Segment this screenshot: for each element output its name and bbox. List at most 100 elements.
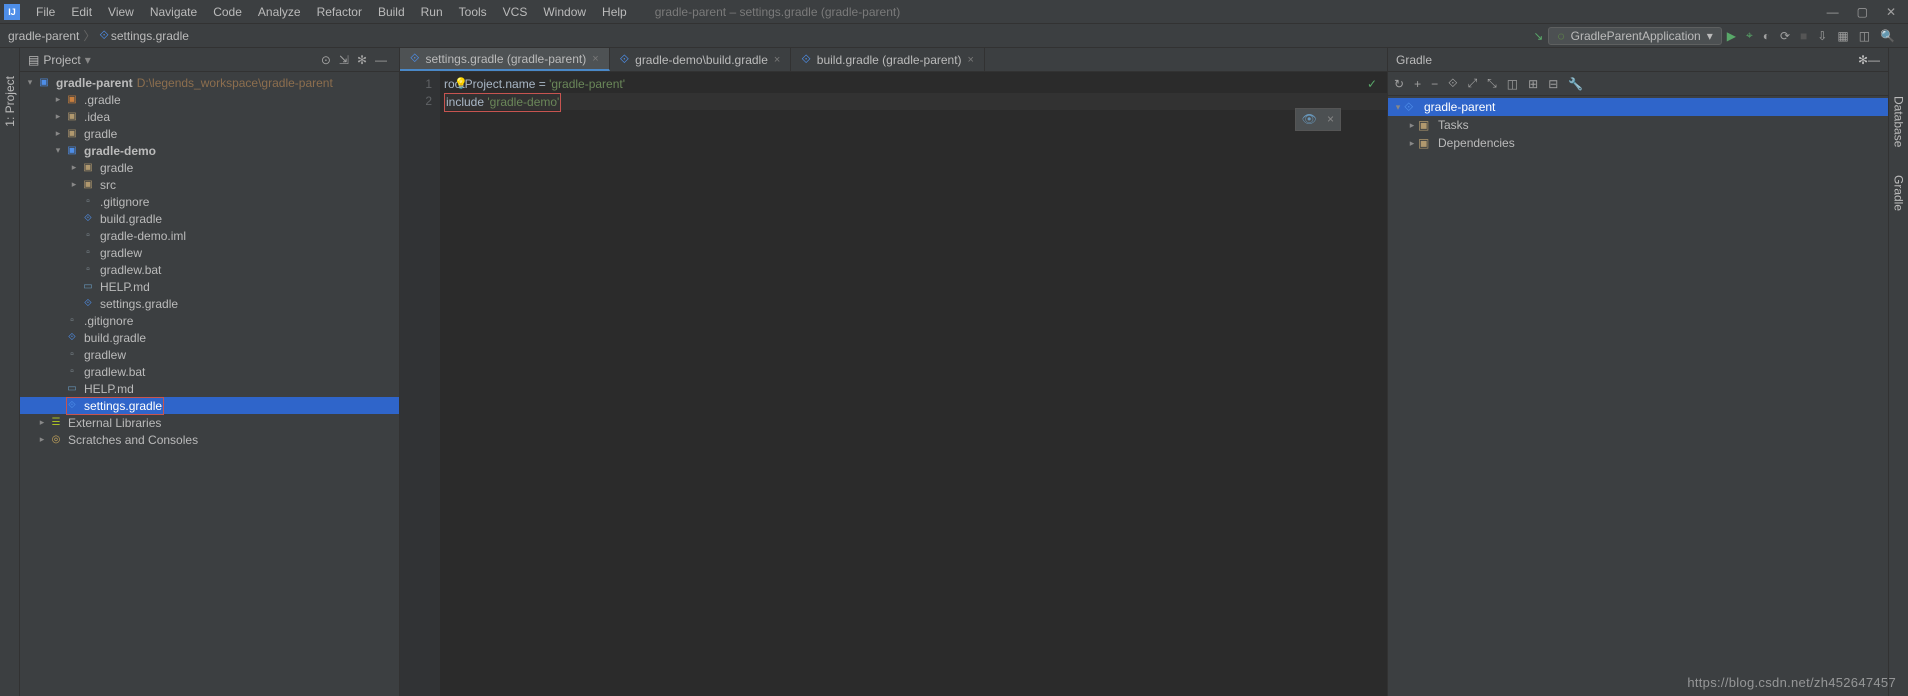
tab-settings-gradle-parent[interactable]: ⟐ settings.gradle (gradle-parent) × (400, 48, 610, 71)
tree-item-label: src (100, 178, 116, 192)
project-panel: ▤ Project ▾ ⊙ ⇲ ✻ — ▣ gradle-parent D:\l… (20, 48, 400, 696)
tree-item-gradlew-bat[interactable]: ▫gradlew.bat (20, 261, 399, 278)
coverage-icon[interactable]: ◐ (1763, 29, 1770, 43)
tree-item-gradle[interactable]: ▣gradle (20, 159, 399, 176)
tree-item-gradle-demo-iml[interactable]: ▫gradle-demo.iml (20, 227, 399, 244)
menu-file[interactable]: File (28, 5, 63, 19)
project-tool-tab[interactable]: 1: Project (1, 68, 19, 135)
menu-code[interactable]: Code (205, 5, 250, 19)
breadcrumb-root[interactable]: gradle-parent (8, 29, 79, 43)
close-window-icon[interactable]: ✕ (1886, 5, 1896, 19)
tab-build-gradle-parent[interactable]: ⟐ build.gradle (gradle-parent) × (791, 48, 985, 71)
tree-item--gradle[interactable]: ▣.gradle (20, 91, 399, 108)
tree-item-settings-gradle[interactable]: ⟐settings.gradle (20, 397, 399, 414)
close-tab-icon[interactable]: × (774, 54, 780, 66)
tree-item-help-md[interactable]: ▭HELP.md (20, 278, 399, 295)
execute-icon[interactable]: ⟐ (1448, 76, 1457, 91)
wrench-icon[interactable]: 🔧 (1568, 77, 1583, 91)
gradle-deps-label: Dependencies (1438, 136, 1515, 150)
hide-panel-icon[interactable]: — (375, 53, 387, 67)
maximize-icon[interactable]: ▢ (1857, 5, 1868, 19)
project-tree[interactable]: ▣ gradle-parent D:\legends_workspace\gra… (20, 72, 399, 696)
file-icon: ▫ (64, 365, 80, 379)
menu-analyze[interactable]: Analyze (250, 5, 309, 19)
gradle-tool-tab[interactable]: Gradle (1890, 167, 1908, 219)
expand-all-icon[interactable]: ⇲ (339, 53, 349, 67)
tree-item-scratches-and-consoles[interactable]: ◎Scratches and Consoles (20, 431, 399, 448)
tree-item-gradlew[interactable]: ▫gradlew (20, 346, 399, 363)
tree-item-label: HELP.md (100, 280, 150, 294)
menu-refactor[interactable]: Refactor (309, 5, 370, 19)
tree-item-help-md[interactable]: ▭HELP.md (20, 380, 399, 397)
split-icon[interactable]: ◫ (1859, 29, 1870, 43)
reader-mode-indicator[interactable]: 👁 × (1295, 108, 1341, 131)
database-tool-tab[interactable]: Database (1890, 88, 1908, 155)
show-dependencies-icon[interactable]: ⊟ (1548, 77, 1558, 91)
tree-item--gitignore[interactable]: ▫.gitignore (20, 193, 399, 210)
gradle-file-icon: ⟐ (801, 52, 810, 67)
breadcrumb-file[interactable]: settings.gradle (111, 29, 189, 43)
close-indicator-icon[interactable]: × (1327, 111, 1334, 128)
locate-icon[interactable]: ⊙ (321, 53, 331, 67)
tree-item-build-gradle[interactable]: ⟐build.gradle (20, 210, 399, 227)
close-tab-icon[interactable]: × (592, 53, 598, 65)
menu-navigate[interactable]: Navigate (142, 5, 205, 19)
line-number: 2 (400, 93, 432, 110)
minimize-icon[interactable]: — (1827, 5, 1839, 19)
tree-item-src[interactable]: ▣src (20, 176, 399, 193)
editor-body[interactable]: 1 2 💡 rootProject.name = 'gradle-parent'… (400, 72, 1387, 696)
menu-edit[interactable]: Edit (63, 5, 100, 19)
gradle-tree[interactable]: ▾ ⟐ gradle-parent ▸ ▣ Tasks ▸ ▣ Dependen… (1388, 96, 1888, 696)
gradle-root[interactable]: ▾ ⟐ gradle-parent (1388, 98, 1888, 116)
debug-icon[interactable]: ⌖ (1746, 28, 1753, 43)
tree-item--idea[interactable]: ▣.idea (20, 108, 399, 125)
menu-tools[interactable]: Tools (451, 5, 495, 19)
menu-help[interactable]: Help (594, 5, 635, 19)
tree-root[interactable]: ▣ gradle-parent D:\legends_workspace\gra… (20, 74, 399, 91)
git-update-icon[interactable]: ⇩ (1817, 29, 1827, 43)
chevron-down-icon[interactable]: ▾ (85, 53, 91, 67)
tree-item--gitignore[interactable]: ▫.gitignore (20, 312, 399, 329)
search-everywhere-icon[interactable]: 🔍 (1880, 29, 1895, 43)
tree-item-external-libraries[interactable]: ☰External Libraries (20, 414, 399, 431)
profile-icon[interactable]: ⟳ (1780, 29, 1790, 43)
gradle-dependencies[interactable]: ▸ ▣ Dependencies (1388, 134, 1888, 152)
analysis-ok-icon[interactable]: ✓ (1367, 76, 1377, 93)
tree-item-label: gradlew.bat (100, 263, 161, 277)
toggle-offline-icon[interactable]: ◫ (1507, 77, 1518, 91)
tree-item-build-gradle[interactable]: ⟐build.gradle (20, 329, 399, 346)
gear-icon[interactable]: ✻ (357, 53, 367, 67)
close-tab-icon[interactable]: × (968, 54, 974, 66)
menu-build[interactable]: Build (370, 5, 413, 19)
build-hammer-icon[interactable]: ↘ (1533, 29, 1543, 43)
collapse-icon[interactable]: ⤡ (1487, 76, 1497, 91)
tree-item-gradlew[interactable]: ▫gradlew (20, 244, 399, 261)
menu-vcs[interactable]: VCS (495, 5, 536, 19)
menu-window[interactable]: Window (535, 5, 594, 19)
run-configuration-dropdown[interactable]: ◌ GradleParentApplication ▾ (1548, 27, 1721, 45)
stop-icon[interactable]: ■ (1800, 29, 1807, 43)
hide-panel-icon[interactable]: — (1868, 53, 1880, 67)
menu-view[interactable]: View (100, 5, 142, 19)
refresh-icon[interactable]: ↻ (1394, 77, 1404, 91)
code-content[interactable]: 💡 rootProject.name = 'gradle-parent' inc… (440, 72, 1387, 696)
tree-item-gradlew-bat[interactable]: ▫gradlew.bat (20, 363, 399, 380)
tab-label: gradle-demo\build.gradle (635, 53, 768, 67)
layout-icon[interactable]: ▦ (1837, 29, 1848, 43)
run-icon[interactable]: ▶ (1727, 29, 1736, 43)
tree-item-gradle-demo[interactable]: ▣gradle-demo (20, 142, 399, 159)
add-icon[interactable]: + (1414, 77, 1421, 91)
gradle-tasks[interactable]: ▸ ▣ Tasks (1388, 116, 1888, 134)
remove-icon[interactable]: − (1431, 77, 1438, 91)
tab-gradle-demo-build[interactable]: ⟐ gradle-demo\build.gradle × (610, 48, 792, 71)
code-string: 'gradle-parent' (549, 77, 625, 91)
analyze-deps-icon[interactable]: ⊞ (1528, 77, 1538, 91)
gear-icon[interactable]: ✻ (1858, 53, 1868, 67)
intention-bulb-icon[interactable]: 💡 (454, 76, 468, 93)
menu-run[interactable]: Run (413, 5, 451, 19)
expand-icon[interactable]: ⤢ (1468, 76, 1478, 91)
tree-item-gradle[interactable]: ▣gradle (20, 125, 399, 142)
code-keyword: include (446, 95, 487, 109)
chevron-down-icon: ▾ (1707, 29, 1713, 43)
tree-item-settings-gradle[interactable]: ⟐settings.gradle (20, 295, 399, 312)
